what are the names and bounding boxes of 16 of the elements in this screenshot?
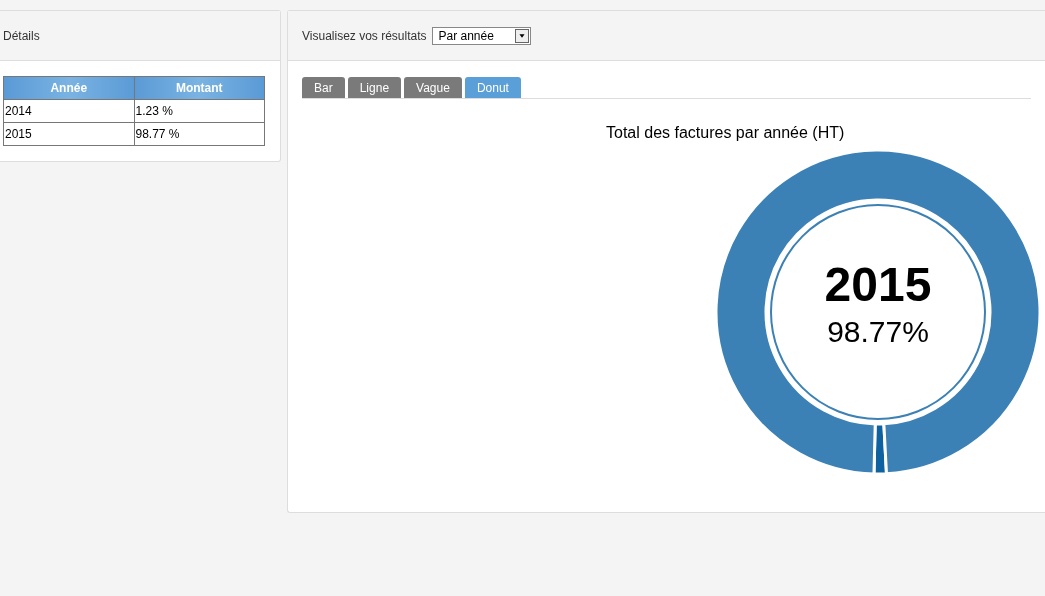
chart-tab[interactable]: Bar xyxy=(302,77,345,98)
table-cell: 98.77 % xyxy=(134,122,265,146)
center-percentage: 98.77% xyxy=(827,317,929,347)
results-label: Visualisez vos résultats xyxy=(302,27,427,45)
table-cell: 2014 xyxy=(3,99,134,123)
column-header: Montant xyxy=(134,76,265,100)
chart-tab[interactable]: Donut xyxy=(464,77,521,98)
chart-title: Total des factures par année (HT) xyxy=(606,123,845,143)
table-cell: 2015 xyxy=(3,122,134,146)
view-select[interactable]: Par année xyxy=(431,26,531,45)
chart-tab[interactable]: Vague xyxy=(404,77,462,98)
table-cell: 1.23 % xyxy=(134,99,265,123)
panel-title: Détails xyxy=(3,27,40,45)
column-header: Année xyxy=(3,76,134,100)
chart-tab[interactable]: Ligne xyxy=(347,77,402,98)
center-year: 2015 xyxy=(824,261,932,309)
